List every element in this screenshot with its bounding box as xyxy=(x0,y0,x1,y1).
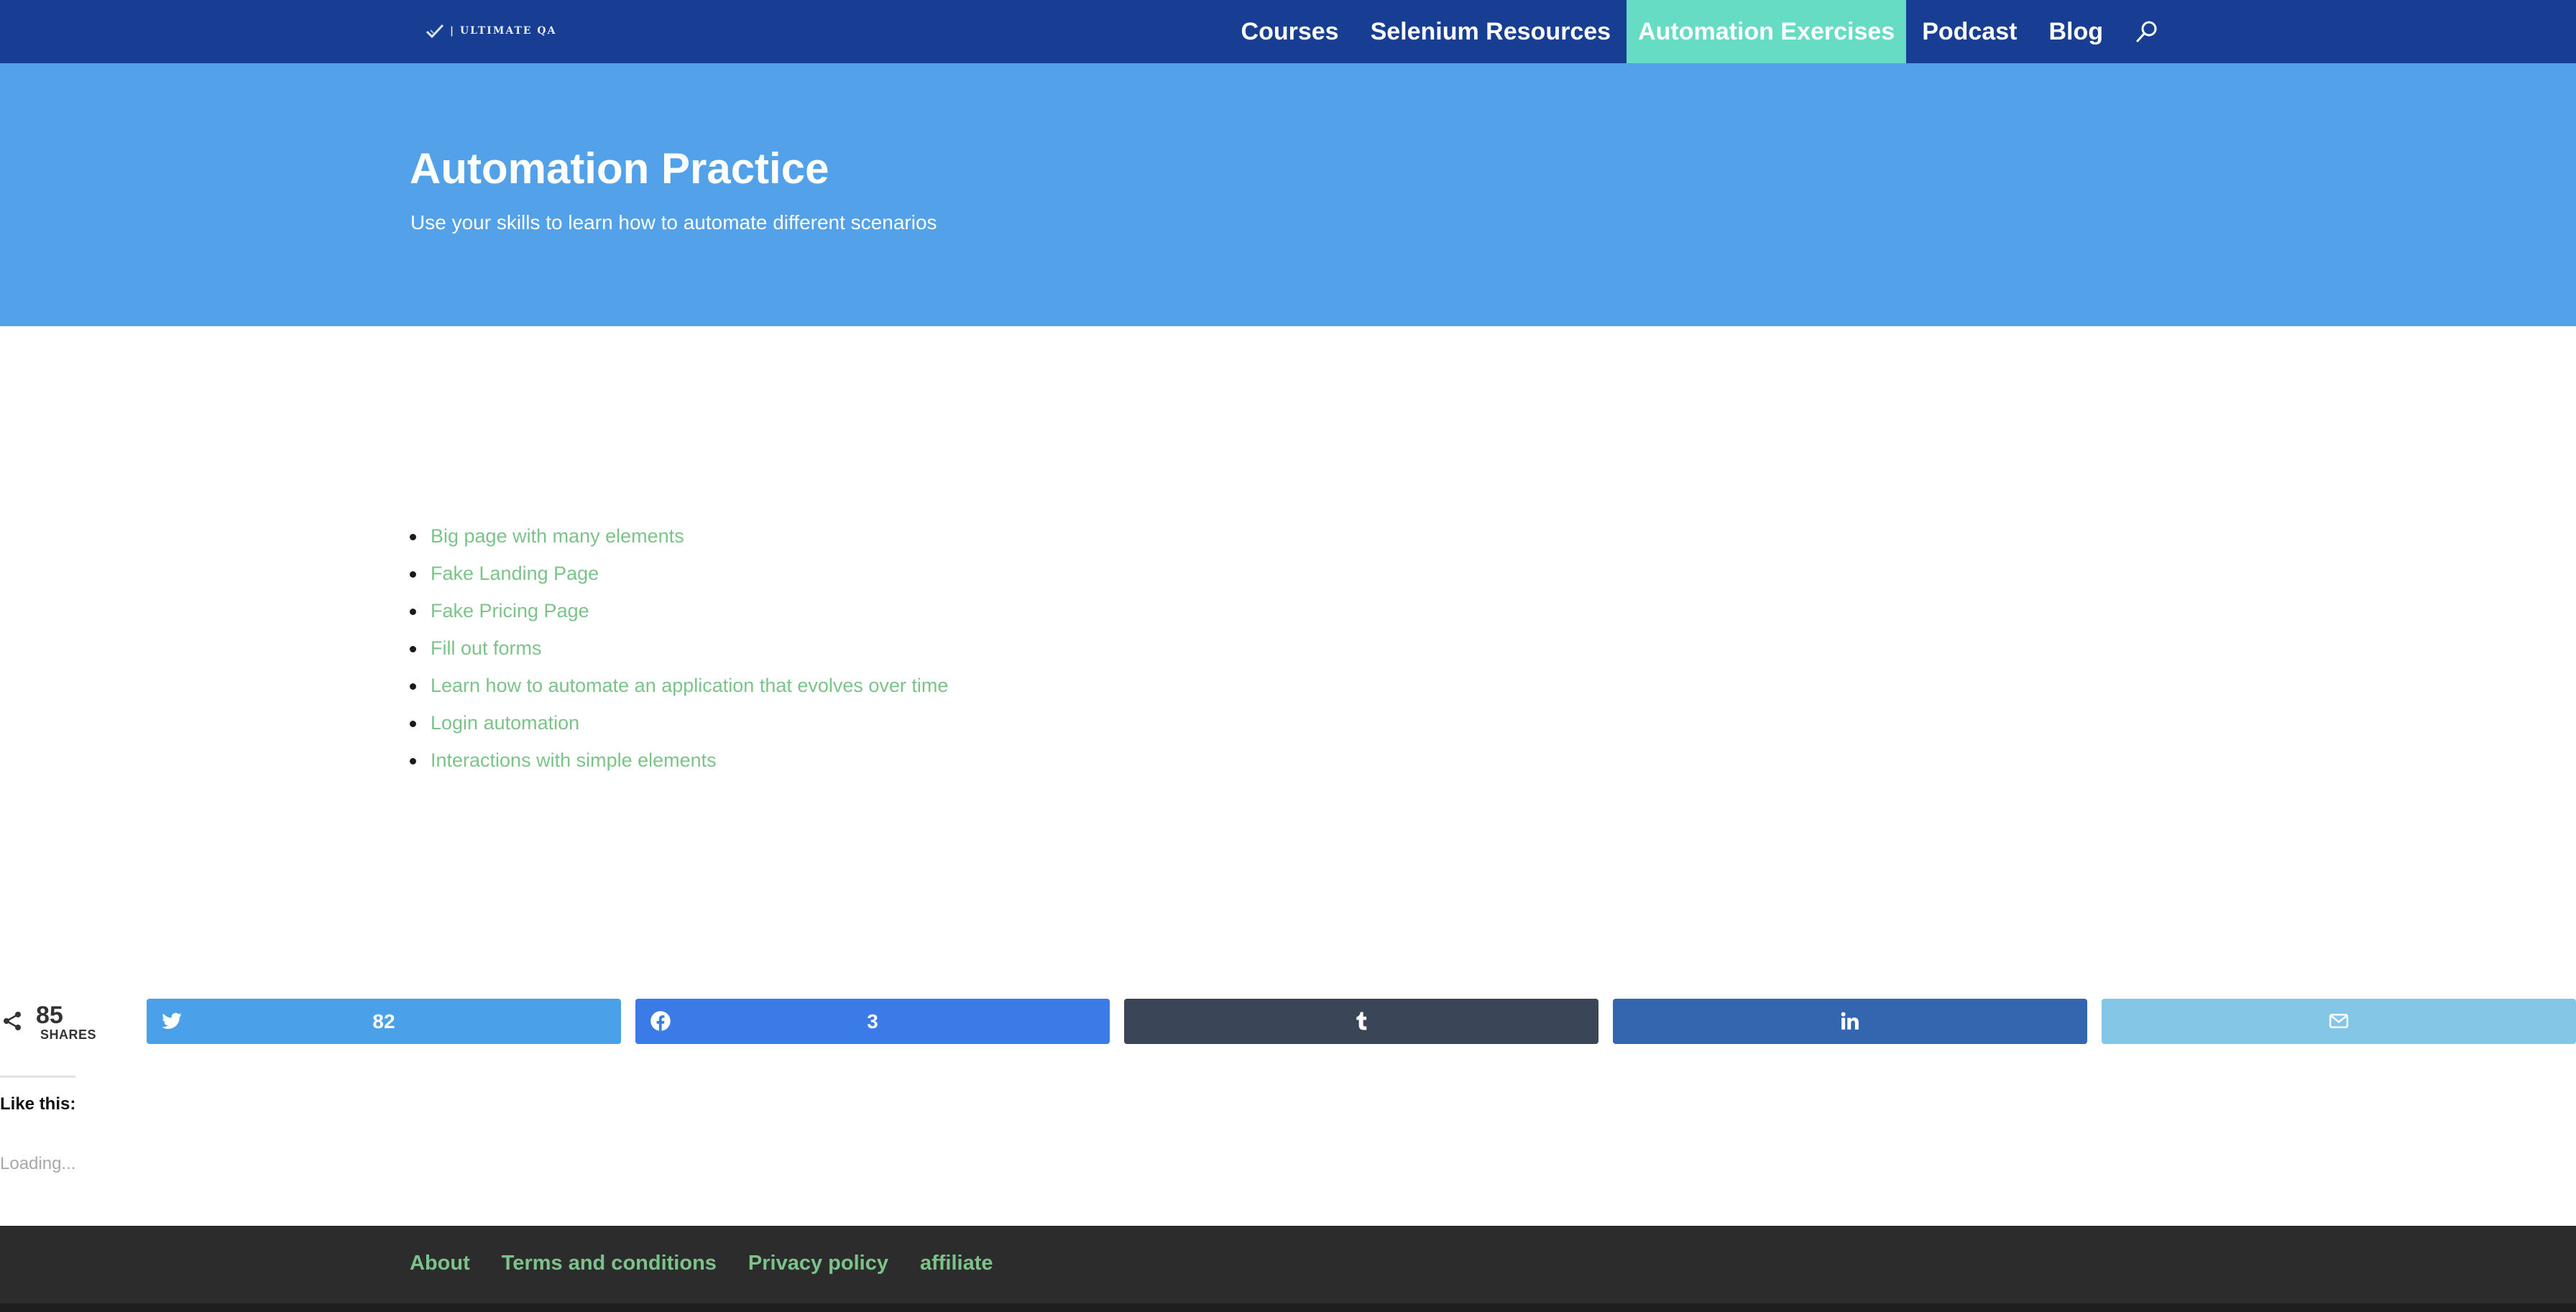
link-simple-elements[interactable]: Interactions with simple elements xyxy=(431,749,717,771)
page-title: Automation Practice xyxy=(410,144,829,193)
list-item: Interactions with simple elements xyxy=(410,742,948,779)
nav-automation-exercises[interactable]: Automation Exercises xyxy=(1627,0,1907,63)
footer-menu: About Terms and conditions Privacy polic… xyxy=(410,1252,993,1275)
link-big-page[interactable]: Big page with many elements xyxy=(431,525,684,547)
search-icon xyxy=(2136,21,2157,42)
nav-blog[interactable]: Blog xyxy=(2033,0,2119,63)
tumblr-share-button[interactable] xyxy=(1124,999,1598,1044)
link-fake-landing-page[interactable]: Fake Landing Page xyxy=(431,563,599,584)
facebook-share-button[interactable]: 3 xyxy=(635,999,1110,1044)
list-item: Big page with many elements xyxy=(410,517,948,555)
list-item: Login automation xyxy=(410,704,948,742)
list-item: Fill out forms xyxy=(410,629,948,667)
link-evolving-application[interactable]: Learn how to automate an application tha… xyxy=(431,675,948,696)
email-share-button[interactable] xyxy=(2102,999,2576,1044)
link-fill-out-forms[interactable]: Fill out forms xyxy=(431,637,542,659)
logo-text: | ULTIMATE QA xyxy=(450,25,557,37)
linkedin-share-button[interactable] xyxy=(1613,999,2087,1044)
link-login-automation[interactable]: Login automation xyxy=(431,712,579,734)
twitter-share-button[interactable]: 82 xyxy=(147,999,621,1044)
nav-courses[interactable]: Courses xyxy=(1225,0,1355,63)
checkmark-logo-icon xyxy=(426,24,444,39)
nav-podcast[interactable]: Podcast xyxy=(1906,0,2033,63)
nav-selenium-resources[interactable]: Selenium Resources xyxy=(1355,0,1627,63)
footer-link-terms[interactable]: Terms and conditions xyxy=(502,1252,717,1275)
main-menu: Courses Selenium Resources Automation Ex… xyxy=(1225,0,2166,63)
site-footer: About Terms and conditions Privacy polic… xyxy=(0,1226,2576,1303)
footer-bottom-bar xyxy=(0,1303,2576,1312)
share-counter: 85 SHARES xyxy=(0,1002,108,1045)
tumblr-icon xyxy=(1356,1012,1367,1030)
facebook-share-count: 3 xyxy=(867,1010,878,1032)
share-total: 85 xyxy=(36,1002,63,1029)
linkedin-icon xyxy=(1841,1012,1859,1030)
site-logo[interactable]: | ULTIMATE QA xyxy=(424,20,556,42)
list-item: Learn how to automate an application tha… xyxy=(410,667,948,704)
list-item: Fake Pricing Page xyxy=(410,592,948,629)
list-item: Fake Landing Page xyxy=(410,555,948,592)
like-loading-text: Loading... xyxy=(0,1154,76,1173)
share-label: SHARES xyxy=(40,1027,97,1042)
footer-link-privacy[interactable]: Privacy policy xyxy=(748,1252,888,1275)
exercise-list: Big page with many elements Fake Landing… xyxy=(410,517,948,779)
like-heading: Like this: xyxy=(0,1094,76,1114)
email-icon xyxy=(2329,1014,2349,1028)
twitter-share-count: 82 xyxy=(372,1010,395,1032)
page-subtitle: Use your skills to learn how to automate… xyxy=(410,211,937,234)
like-divider xyxy=(0,1076,75,1078)
hero-banner: Automation Practice Use your skills to l… xyxy=(0,63,2576,326)
footer-link-affiliate[interactable]: affiliate xyxy=(920,1252,993,1275)
top-navigation-bar: | ULTIMATE QA Courses Selenium Resources… xyxy=(0,0,2576,63)
link-fake-pricing-page[interactable]: Fake Pricing Page xyxy=(431,600,589,622)
search-button[interactable] xyxy=(2119,0,2166,63)
share-icon xyxy=(4,1012,21,1030)
footer-link-about[interactable]: About xyxy=(410,1252,470,1275)
